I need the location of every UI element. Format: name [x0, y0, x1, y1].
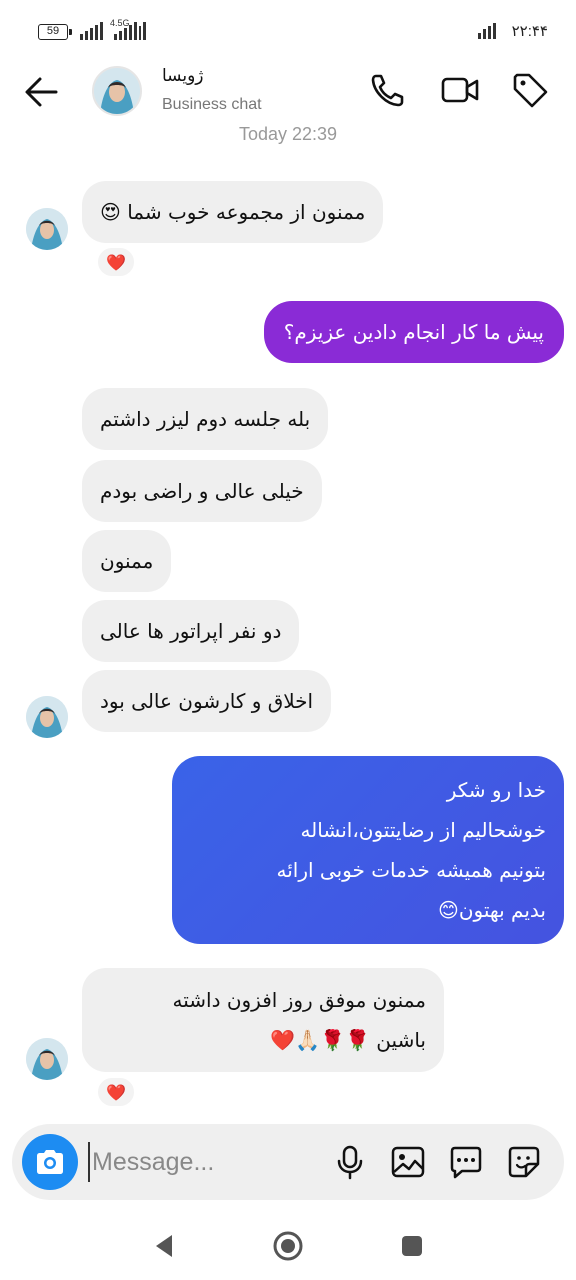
message-input[interactable]: [88, 1142, 308, 1182]
message-text: ممنون: [100, 549, 154, 573]
chat-type-label: Business chat: [162, 96, 262, 113]
message-text-line: بتونیم همیشه خدمات خوبی ارائه: [276, 858, 546, 882]
contact-name: ژویسا: [162, 66, 204, 86]
sender-avatar[interactable]: [26, 1038, 68, 1080]
sender-avatar[interactable]: [26, 208, 68, 250]
status-bar: 59 4.5G ۲۲:۴۴: [0, 0, 576, 62]
message-bubble-incoming[interactable]: دو نفر اپراتور ها عالی: [82, 600, 300, 662]
sender-avatar[interactable]: [26, 696, 68, 738]
gallery-icon[interactable]: [390, 1144, 426, 1180]
message-composer: [12, 1124, 564, 1200]
sticker-icon[interactable]: [506, 1144, 542, 1180]
message-text: خیلی عالی و راضی بودم: [100, 479, 304, 503]
nav-home-icon[interactable]: [270, 1228, 306, 1264]
chat-timestamp: Today 22:39: [238, 124, 338, 144]
message-text-line: خوشحالیم از رضایتتون،انشاله: [300, 818, 546, 842]
phone-icon[interactable]: [368, 70, 408, 110]
signal-icon: [80, 22, 103, 40]
nav-recents-icon[interactable]: [394, 1228, 430, 1264]
battery-indicator: 59: [38, 24, 72, 40]
message-text: ممنون از مجموعه خوب شما 😍: [100, 200, 366, 224]
heart-reaction[interactable]: ❤️: [96, 1076, 136, 1108]
heart-icon: ❤️: [106, 252, 126, 272]
message-bubble-incoming[interactable]: ممنون: [82, 530, 172, 592]
heart-icon: ❤️: [106, 1082, 126, 1102]
message-text-line: خدا رو شکر: [446, 778, 546, 802]
cell-signal-icon: [478, 23, 496, 39]
status-time: ۲۲:۴۴: [511, 23, 548, 40]
system-nav-bar: [0, 1210, 576, 1280]
chat-header: ژویسا Business chat: [0, 62, 576, 122]
camera-icon: [37, 1150, 63, 1174]
quick-reply-icon[interactable]: [448, 1144, 484, 1180]
message-bubble-incoming[interactable]: بله جلسه دوم لیزر داشتم: [82, 388, 329, 450]
message-text-line: ممنون موفق روز افزون داشته: [172, 988, 427, 1012]
message-text: اخلاق و کارشون عالی بود: [100, 689, 314, 713]
back-arrow-icon[interactable]: [20, 72, 62, 112]
message-bubble-incoming[interactable]: ممنون موفق روز افزون داشته باشین 🌹🌹🙏🏻❤️: [82, 968, 444, 1072]
heart-reaction[interactable]: ❤️: [96, 246, 136, 278]
nav-back-icon[interactable]: [146, 1228, 182, 1264]
microphone-icon[interactable]: [332, 1144, 368, 1180]
video-call-icon[interactable]: [440, 70, 480, 110]
tag-icon[interactable]: [510, 70, 550, 110]
message-text: بله جلسه دوم لیزر داشتم: [100, 407, 311, 431]
message-text-line: باشین 🌹🌹🙏🏻❤️: [270, 1028, 426, 1052]
message-text: دو نفر اپراتور ها عالی: [100, 619, 282, 643]
avatar[interactable]: [92, 66, 142, 116]
message-text: پیش ما کار انجام دادین عزیزم؟: [283, 320, 544, 344]
camera-button[interactable]: [22, 1134, 78, 1190]
message-bubble-outgoing[interactable]: خدا رو شکر خوشحالیم از رضایتتون،انشاله ب…: [172, 756, 564, 944]
message-bubble-incoming[interactable]: ممنون از مجموعه خوب شما 😍: [82, 181, 384, 243]
signal-icon-2: [114, 22, 146, 40]
message-bubble-outgoing[interactable]: پیش ما کار انجام دادین عزیزم؟: [263, 301, 564, 363]
message-bubble-incoming[interactable]: خیلی عالی و راضی بودم: [82, 460, 322, 522]
message-bubble-incoming[interactable]: اخلاق و کارشون عالی بود: [82, 670, 332, 732]
message-text-line: بدیم بهتون😊: [438, 898, 546, 922]
